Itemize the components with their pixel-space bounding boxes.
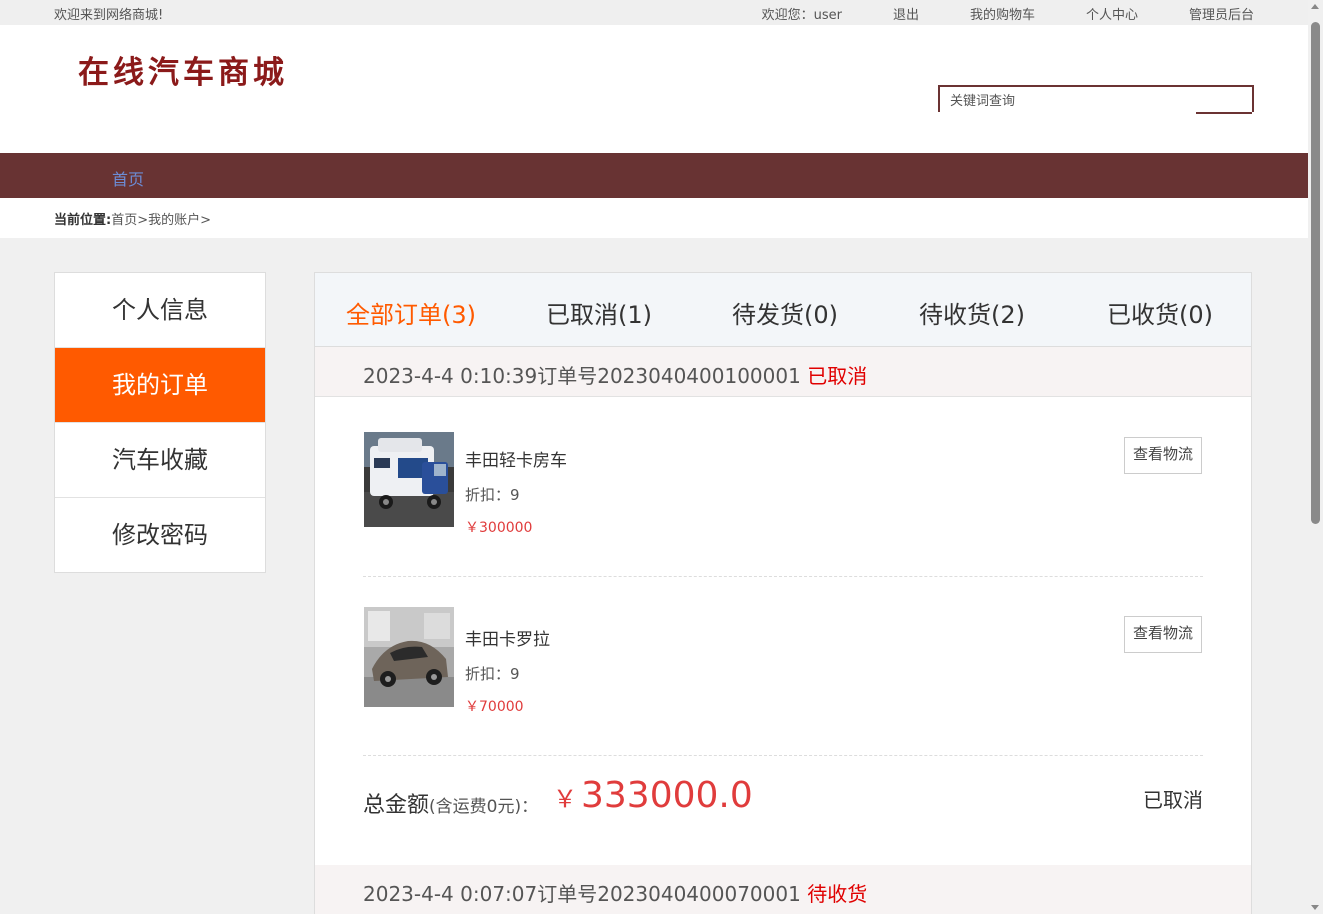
sidebar-item-profile[interactable]: 个人信息	[55, 273, 265, 348]
header: 在线汽车商城	[0, 25, 1308, 153]
product-discount: 折扣：9	[465, 665, 520, 683]
page-scrollbar[interactable]	[1308, 0, 1323, 914]
tab-cancelled[interactable]: 已取消(1)	[546, 295, 652, 330]
breadcrumb-inner: 当前位置:首页>我的账户>	[54, 209, 211, 228]
orders-panel: 全部订单(3) 已取消(1) 待发货(0) 待收货(2) 已收货(0) 2023…	[314, 272, 1252, 914]
total-amount: ￥ 333000.0	[553, 775, 753, 816]
breadcrumb-path[interactable]: 首页>我的账户>	[111, 213, 211, 228]
scroll-down-icon[interactable]	[1311, 905, 1319, 910]
sidebar-item-favorites[interactable]: 汽车收藏	[55, 423, 265, 498]
search-box	[938, 85, 1254, 114]
order-info: 2023-4-4 0:07:07订单号2023040400070001	[363, 882, 801, 906]
order-header-text: 2023-4-4 0:07:07订单号2023040400070001 待收货	[363, 878, 867, 907]
rv-thumbnail[interactable]	[364, 432, 454, 527]
view-logistics-button[interactable]: 查看物流	[1124, 437, 1202, 474]
product-discount: 折扣：9	[465, 486, 520, 504]
tab-all-orders[interactable]: 全部订单(3)	[346, 295, 476, 330]
currency-symbol: ￥	[553, 785, 577, 813]
search-button[interactable]	[1196, 112, 1252, 114]
tab-pending-shipment[interactable]: 待发货(0)	[732, 295, 838, 330]
nav-home-link[interactable]: 首页	[112, 166, 144, 190]
tab-pending-receipt[interactable]: 待收货(2)	[919, 295, 1025, 330]
order-tabs: 全部订单(3) 已取消(1) 待发货(0) 待收货(2) 已收货(0)	[315, 273, 1251, 347]
order-header: 2023-4-4 0:10:39订单号2023040400100001 已取消	[315, 347, 1251, 397]
order-info: 2023-4-4 0:10:39订单号2023040400100001	[363, 364, 801, 388]
welcome-text: 欢迎来到网络商城!	[54, 8, 164, 23]
total-label: 总金额(含运费0元)：	[363, 787, 538, 819]
search-input[interactable]	[948, 91, 1192, 111]
sidebar-item-password[interactable]: 修改密码	[55, 498, 265, 572]
order-header-text: 2023-4-4 0:10:39订单号2023040400100001 已取消	[363, 360, 867, 389]
product-price: ￥70000	[465, 699, 524, 715]
breadcrumb-label: 当前位置:	[54, 213, 112, 228]
order-header: 2023-4-4 0:07:07订单号2023040400070001 待收货	[315, 865, 1251, 914]
breadcrumb: 当前位置:首页>我的账户>	[0, 198, 1308, 238]
site-logo[interactable]: 在线汽车商城	[78, 47, 288, 92]
order-status: 待收货	[807, 882, 868, 906]
account-sidebar: 个人信息 我的订单 汽车收藏 修改密码	[54, 272, 266, 573]
scrollbar-thumb[interactable]	[1311, 22, 1320, 524]
tab-received[interactable]: 已收货(0)	[1107, 295, 1213, 330]
total-amount-value: 333000.0	[581, 775, 753, 816]
scroll-up-icon[interactable]	[1311, 4, 1319, 9]
product-name[interactable]: 丰田轻卡房车	[465, 446, 567, 471]
page: 欢迎来到网络商城! 欢迎您：user 退出 我的购物车 个人中心 管理员后台 在…	[0, 0, 1308, 914]
order-status: 已取消	[807, 364, 868, 388]
total-label-text: 总金额	[363, 793, 430, 818]
product-name[interactable]: 丰田卡罗拉	[465, 625, 550, 650]
sedan-thumbnail[interactable]	[364, 607, 454, 707]
product-price: ￥300000	[465, 520, 533, 536]
order-total: 总金额(含运费0元)： ￥ 333000.0 已取消	[315, 755, 1251, 865]
order-item: 丰田卡罗拉 折扣：9 ￥70000 查看物流	[315, 576, 1251, 756]
main-nav: 首页	[0, 153, 1308, 198]
order-item: 丰田轻卡房车 折扣：9 ￥300000 查看物流	[315, 397, 1251, 577]
order-total-status: 已取消	[1143, 788, 1203, 812]
sidebar-item-orders[interactable]: 我的订单	[55, 348, 265, 423]
top-bar: 欢迎来到网络商城! 欢迎您：user 退出 我的购物车 个人中心 管理员后台	[0, 0, 1308, 99]
view-logistics-button[interactable]: 查看物流	[1124, 616, 1202, 653]
shipping-note: (含运费0元)：	[429, 797, 539, 817]
